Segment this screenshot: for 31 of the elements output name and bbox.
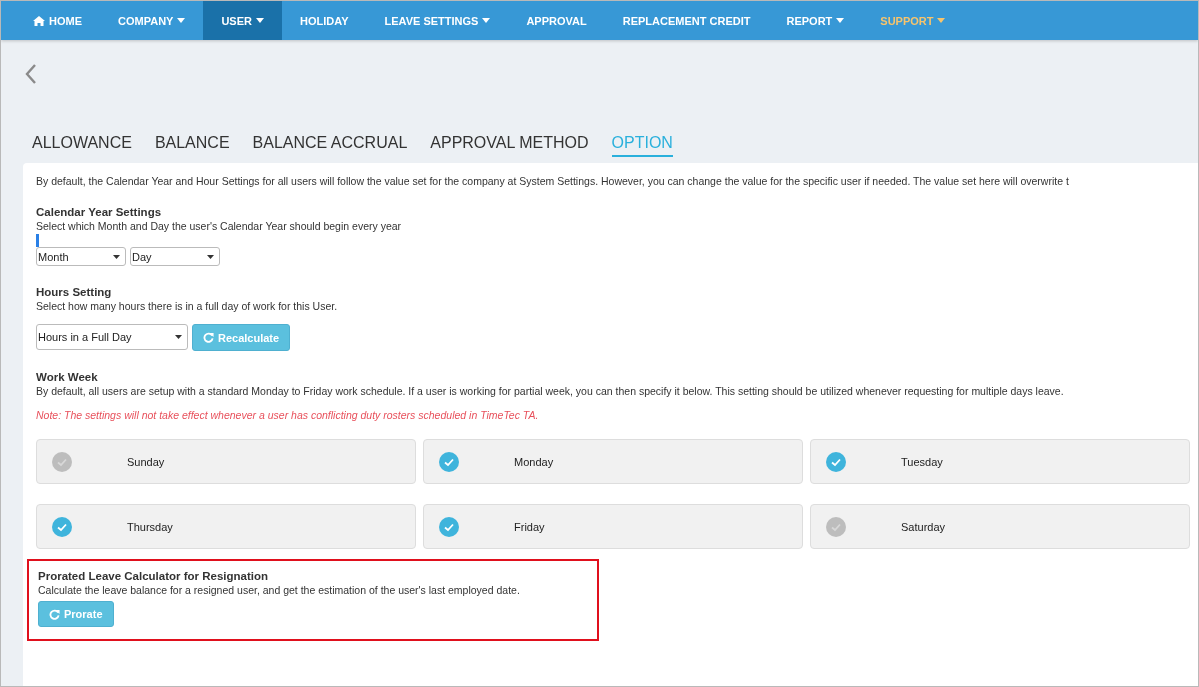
weekday-toggle[interactable]: Sunday bbox=[36, 439, 416, 484]
section-title: Calendar Year Settings bbox=[36, 206, 163, 218]
refresh-icon bbox=[49, 608, 60, 620]
tab[interactable]: ALLOWANCE bbox=[32, 134, 132, 157]
weekday-toggle[interactable]: Saturday bbox=[810, 504, 1190, 549]
day-select[interactable]: Day bbox=[130, 247, 220, 266]
back-chevron-icon[interactable] bbox=[25, 64, 37, 84]
weekday-toggle[interactable]: Monday bbox=[423, 439, 803, 484]
tab[interactable]: BALANCE ACCRUAL bbox=[252, 134, 408, 157]
section-title: Work Week bbox=[36, 371, 99, 383]
hours-select[interactable]: Hours in a Full Day bbox=[36, 324, 188, 350]
tab[interactable]: BALANCE bbox=[154, 134, 230, 157]
refresh-icon bbox=[203, 332, 214, 343]
caret-icon bbox=[113, 254, 120, 259]
weekday-toggle[interactable]: Thursday bbox=[36, 504, 416, 549]
warning-note: Note: The settings will not take effect whenever a user has conflicting duty rosters scheduled in TimeTec TA. bbox=[36, 409, 540, 421]
caret-icon bbox=[175, 335, 182, 339]
intro-text: By default, the Calendar Year and Hour Settings for all users will follow the value set for the company at System Settings. However, you can change the value for the specific user if needed. The value set here will overwrite t bbox=[36, 175, 1070, 187]
home-icon bbox=[33, 15, 45, 26]
weekday-toggle[interactable]: Friday bbox=[423, 504, 803, 549]
section-description: Select which Month and Day the user's Calendar Year should begin every year bbox=[36, 220, 403, 232]
section-description: Select how many hours there is in a full day of work for this User. bbox=[36, 300, 339, 312]
weekday-toggle[interactable]: Tuesday bbox=[810, 439, 1190, 484]
caret-icon bbox=[207, 254, 214, 259]
month-select[interactable]: Month bbox=[36, 247, 126, 266]
section-description: Calculate the leave balance for a resigned user, and get the estimation of the user's last employed date. bbox=[38, 584, 521, 596]
tab[interactable]: APPROVAL METHOD bbox=[430, 134, 589, 157]
nav-item[interactable]: USER bbox=[203, 1, 282, 40]
section-description: By default, all users are setup with a standard Monday to Friday work schedule. If a user is working for partial week, you can then specify it below. This setting should be utilized whenever requesting for multiple days leave. bbox=[36, 385, 1065, 397]
section-title: Hours Setting bbox=[36, 286, 113, 298]
section-title: Prorated Leave Calculator for Resignation bbox=[38, 570, 270, 582]
